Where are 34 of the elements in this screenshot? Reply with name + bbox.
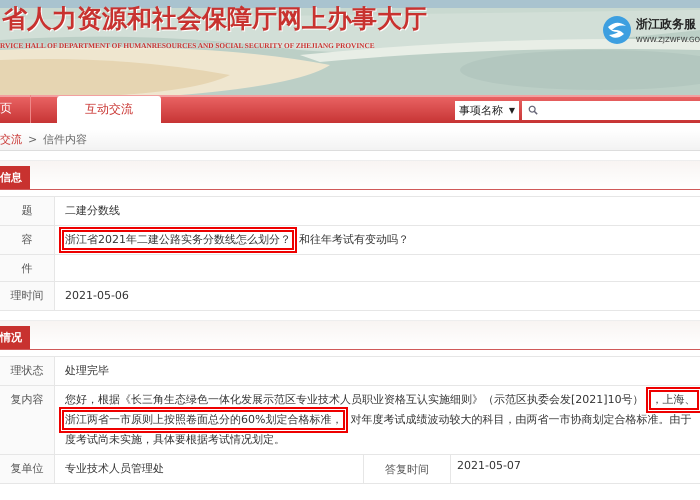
text-span: 您好，根据《长三角生态绿色一体化发展示范区专业技术人员职业资格互认实施细则》（示范区执委会发[2021]10号） (64, 392, 645, 408)
highlight-mark: 浙江两省一市原则上按照卷面总分的60%划定合格标准， (62, 410, 346, 430)
text-span: 和往年考试有变动吗？ (298, 232, 410, 248)
highlight-mark: 浙江省2021年二建公路实务分数线怎么划分？ (62, 230, 294, 250)
site-title: 省人力资源和社会保障厅网上办事大厅 (2, 4, 427, 35)
breadcrumb-text: 信件内容 (43, 132, 88, 146)
field-label: 复内容 (0, 386, 55, 454)
breadcrumb-text: > (28, 132, 38, 146)
nav-tab[interactable]: 互动交流 (57, 96, 161, 123)
globe-logo-icon (602, 15, 632, 45)
search-icon (528, 105, 538, 115)
field-label: 题 (0, 197, 55, 225)
search-type-dropdown[interactable]: 事项名称 ▼ (454, 100, 519, 120)
breadcrumb-link[interactable]: 交流 (0, 132, 22, 146)
field-value: 2021-05-07 (456, 458, 522, 474)
highlight-mark: ，上海、 (648, 390, 699, 410)
caret-icon: ▼ (508, 106, 515, 114)
field-label: 件 (0, 255, 55, 281)
text-span: 对年度考试成绩波动较大的科目，由两省一市协商划定合格标准。由于 (349, 412, 692, 428)
field-label: 答复时间 (364, 455, 451, 483)
field-label: 理状态 (0, 357, 55, 385)
text-span: 二建分数线 (64, 203, 121, 219)
field-label: 理时间 (0, 282, 55, 310)
section-title: 信息 (0, 166, 30, 189)
field-label: 容 (0, 226, 55, 254)
field-label: 复单位 (0, 455, 55, 483)
text-span: 处理完毕 (64, 363, 110, 379)
text-span: 专业技术人员管理处 (64, 461, 165, 477)
search-field[interactable] (522, 100, 700, 120)
text-span: 2021-05-06 (64, 288, 130, 304)
nav-tab[interactable]: 页 (0, 95, 31, 123)
dropdown-value: 事项名称 (458, 102, 503, 118)
text-span: 度考试尚未实施，具体要根据考试情况划定。 (64, 432, 286, 448)
logo-name: 浙江政务服 (636, 16, 697, 33)
